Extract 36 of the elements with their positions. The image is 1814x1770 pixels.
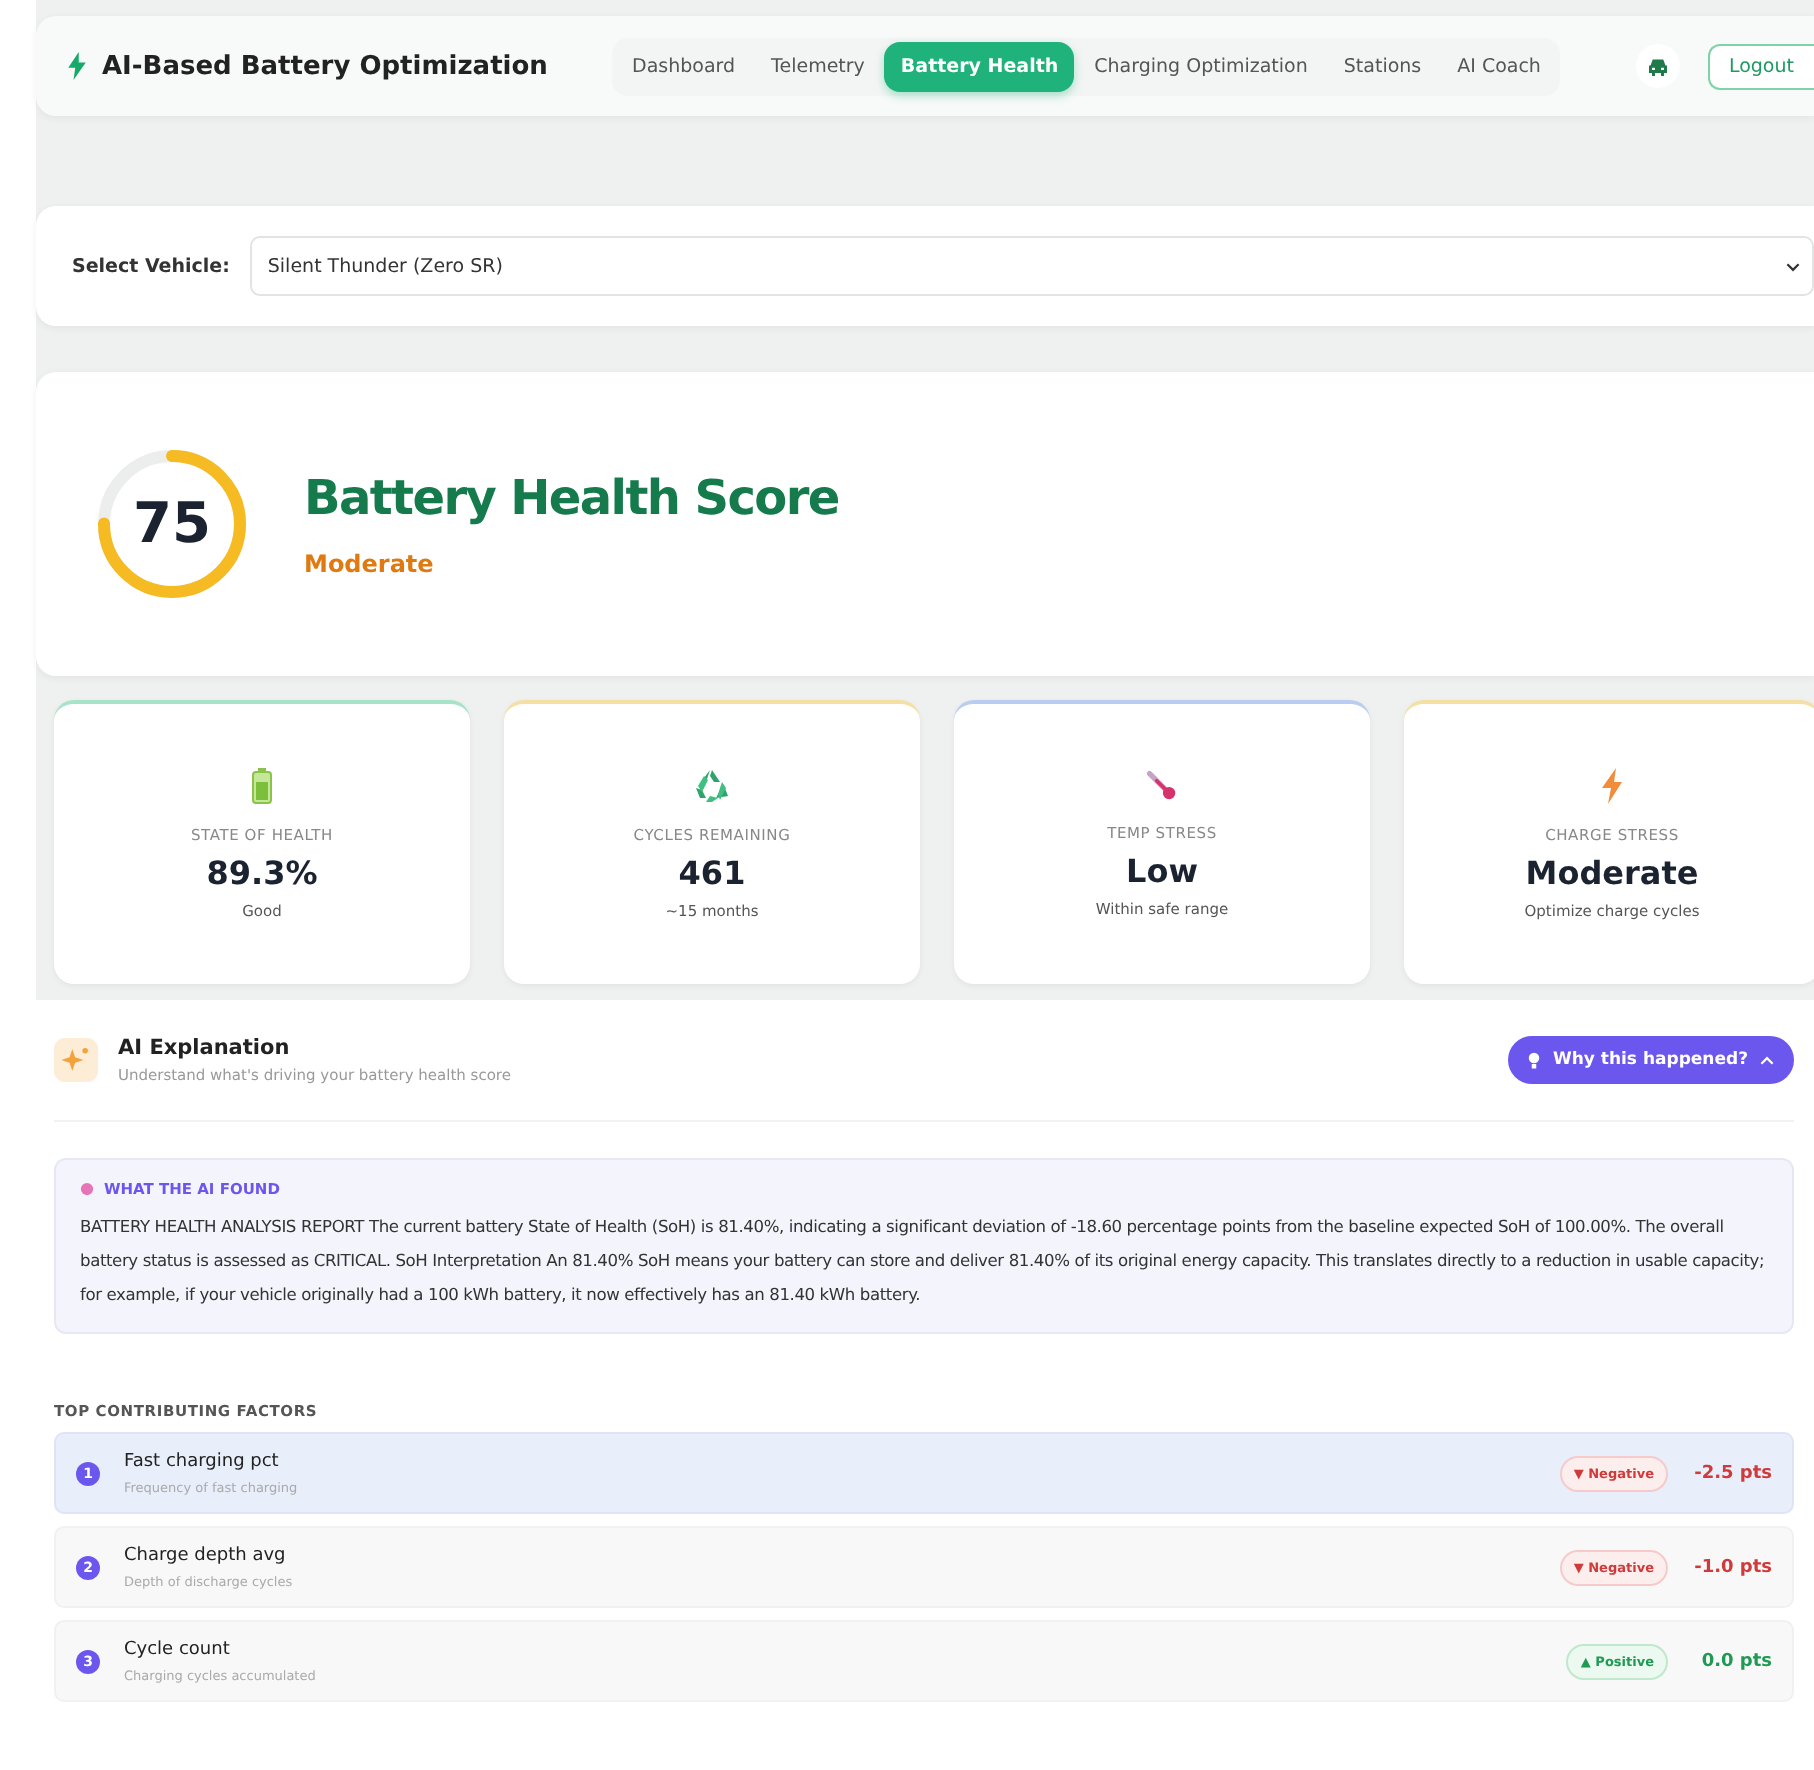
chevron-down-icon xyxy=(1786,261,1800,271)
impact-points: -1.0 pts xyxy=(1692,1557,1772,1577)
vehicle-label: Select Vehicle: xyxy=(72,255,230,277)
score-rating: Moderate xyxy=(304,550,436,578)
nav-tab[interactable]: AI Coach xyxy=(1441,41,1557,91)
nav-tab[interactable]: Stations xyxy=(1327,41,1438,91)
stat-value: Low xyxy=(1126,852,1198,890)
nav-tab[interactable]: Telemetry xyxy=(755,41,881,91)
why-button[interactable]: Why this happened? xyxy=(1508,1036,1794,1084)
score-title: Battery Health Score xyxy=(304,470,839,526)
stat-value: 461 xyxy=(678,854,746,892)
sparkle-icon xyxy=(54,1038,98,1082)
stat-value: 89.3% xyxy=(206,854,318,892)
logout-button[interactable]: Logout xyxy=(1708,43,1814,89)
battery-icon xyxy=(252,768,272,804)
report-text: BATTERY HEALTH ANALYSIS REPORT The current battery State of Health (SoH) is 81.40%, indicating a significant deviation of -18.60 percentage points from the baseline expected SoH of 100.00%. The overall battery status is assessed as CRITICAL. SoH Interpretation An 81.40% SoH means your battery can store and deliver 81.40% of its original energy capacity. This translates directly to a reduction in usable capacity; for example, if your vehicle originally had a 100 kWh battery, it now effectively has an 81.40 kWh battery. xyxy=(80,1214,1767,1308)
thermometer-icon xyxy=(1146,770,1178,802)
app-title: AI-Based Battery Optimization xyxy=(102,51,548,81)
bolt-icon xyxy=(68,52,86,80)
factor-name: Cycle count xyxy=(124,1639,232,1659)
vehicle-select[interactable]: Silent Thunder (Zero SR) xyxy=(249,236,1814,296)
impact-points: -2.5 pts xyxy=(1692,1463,1772,1483)
bolt-icon xyxy=(1602,768,1622,804)
recycle-icon xyxy=(694,768,730,804)
factor-name: Fast charging pct xyxy=(124,1451,281,1471)
nav-tab[interactable]: Dashboard xyxy=(616,41,752,91)
lightbulb-icon xyxy=(1528,1051,1541,1069)
stat-value: Moderate xyxy=(1525,854,1699,892)
car-icon xyxy=(1646,55,1671,77)
section-title: AI Explanation xyxy=(118,1036,292,1060)
nav-tab[interactable]: Charging Optimization xyxy=(1078,41,1324,91)
chevron-icon xyxy=(1760,1055,1774,1065)
impact-points: 0.0 pts xyxy=(1699,1651,1772,1671)
factor-name: Charge depth avg xyxy=(124,1545,288,1565)
score-value: 75 xyxy=(133,496,211,552)
car-button[interactable] xyxy=(1636,44,1681,88)
